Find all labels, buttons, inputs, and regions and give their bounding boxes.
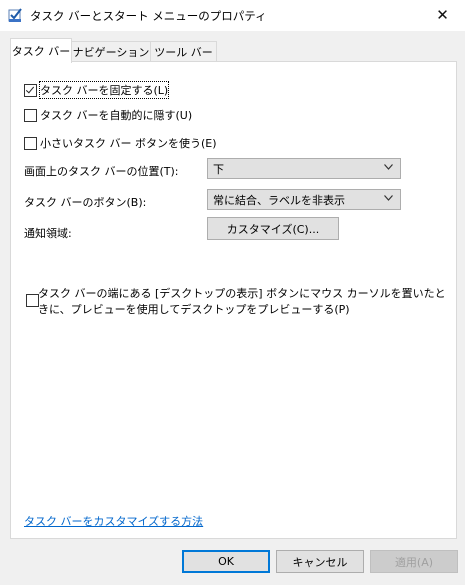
cancel-button[interactable]: キャンセル bbox=[276, 550, 364, 573]
lock-taskbar-checkbox[interactable] bbox=[24, 83, 37, 97]
taskbar-properties-icon bbox=[8, 8, 22, 22]
small-buttons-checkbox[interactable] bbox=[24, 136, 37, 150]
close-button[interactable]: ✕ bbox=[420, 0, 465, 31]
help-link[interactable]: タスク バーをカスタマイズする方法 bbox=[24, 513, 203, 529]
ok-button[interactable]: OK bbox=[182, 550, 270, 573]
tab-panel-taskbar: タスク バーを固定する(L) タスク バーを自動的に隠す(U) 小さいタスク バ… bbox=[10, 61, 457, 539]
notification-area-label: 通知領域: bbox=[24, 227, 72, 240]
position-select[interactable]: 下 bbox=[207, 158, 401, 179]
apply-button[interactable]: 適用(A) bbox=[370, 550, 458, 573]
small-buttons-option[interactable]: 小さいタスク バー ボタンを使う(E) bbox=[24, 135, 217, 151]
buttons-select[interactable]: 常に結合、ラベルを非表示 bbox=[207, 189, 401, 210]
chevron-down-icon bbox=[384, 164, 393, 170]
lock-taskbar-option[interactable]: タスク バーを固定する(L) bbox=[24, 81, 170, 99]
peek-label: タスク バーの端にある [デスクトップの表示] ボタンにマウス カーソルを置いた… bbox=[38, 287, 446, 316]
close-icon: ✕ bbox=[436, 6, 449, 24]
autohide-checkbox[interactable] bbox=[24, 108, 37, 122]
position-label: 画面上のタスク バーの位置(T): bbox=[24, 165, 179, 178]
buttons-label: タスク バーのボタン(B): bbox=[24, 196, 147, 209]
customize-button[interactable]: カスタマイズ(C)... bbox=[207, 217, 339, 240]
autohide-label: タスク バーを自動的に隠す(U) bbox=[40, 109, 193, 122]
lock-taskbar-label: タスク バーを固定する(L) bbox=[38, 81, 170, 99]
chevron-down-icon bbox=[384, 195, 393, 201]
tab-navigation[interactable]: ナビゲーション bbox=[70, 41, 152, 62]
autohide-option[interactable]: タスク バーを自動的に隠す(U) bbox=[24, 107, 192, 123]
small-buttons-label: 小さいタスク バー ボタンを使う(E) bbox=[40, 137, 217, 150]
buttons-select-value: 常に結合、ラベルを非表示 bbox=[213, 193, 345, 207]
position-select-value: 下 bbox=[213, 162, 224, 176]
window-title: タスク バーとスタート メニューのプロパティ bbox=[30, 9, 267, 23]
tab-toolbars[interactable]: ツール バー bbox=[150, 41, 217, 62]
tab-taskbar[interactable]: タスク バー bbox=[10, 38, 72, 63]
title-bar: タスク バーとスタート メニューのプロパティ ✕ bbox=[0, 0, 465, 31]
